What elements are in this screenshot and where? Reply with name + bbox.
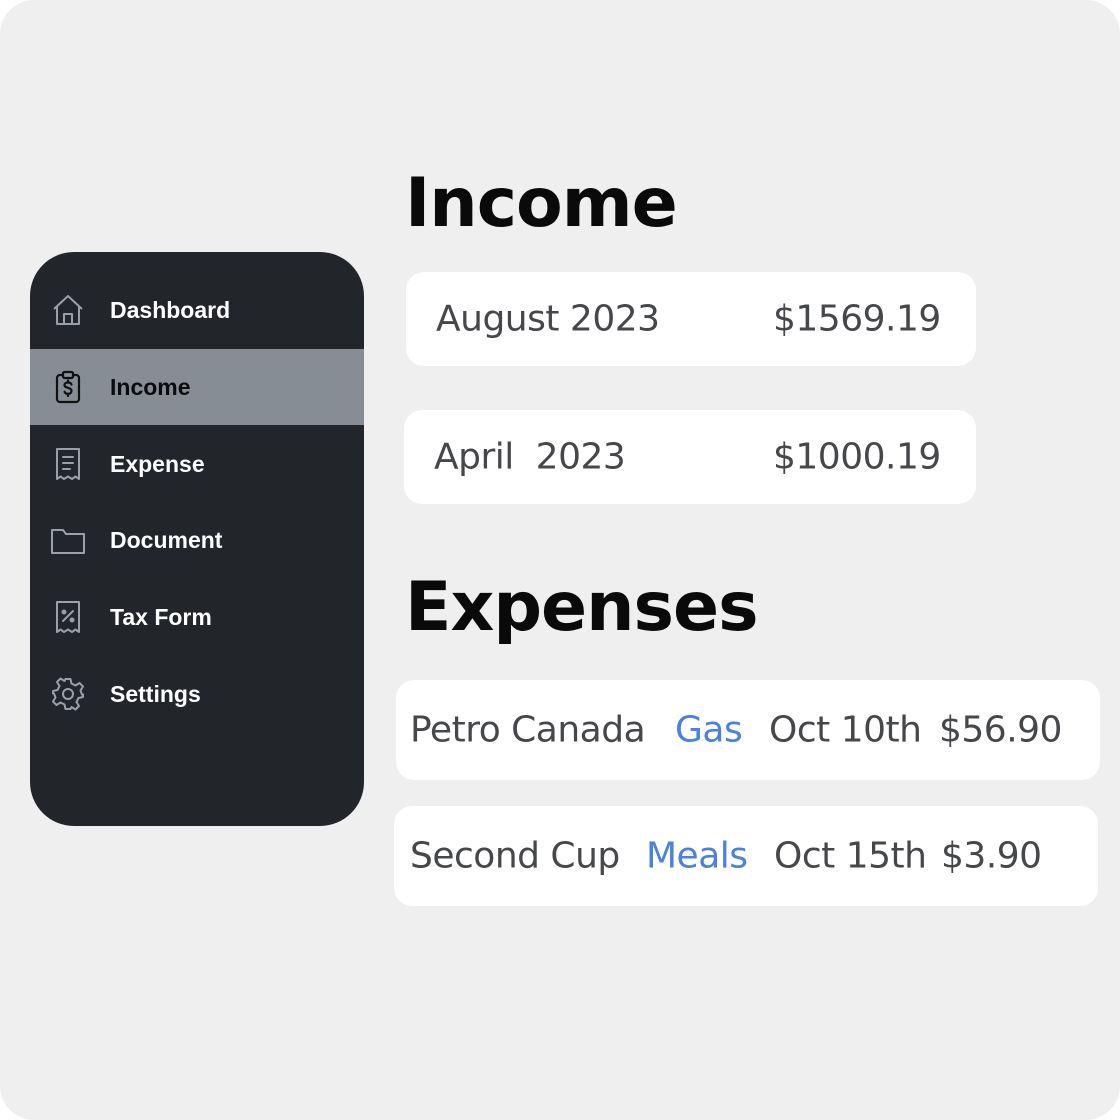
sidebar: Dashboard Income Expense Document Tax Fo… [30,252,364,826]
clipboard-dollar-icon [49,368,87,406]
tax-receipt-icon [49,598,87,636]
income-card[interactable]: April 2023 $1000.19 [404,410,976,504]
income-month: April 2023 [434,436,626,478]
home-icon [49,291,87,329]
expense-date: Oct 15th [774,835,927,877]
sidebar-item-label: Settings [110,680,201,707]
sidebar-item-tax-form[interactable]: Tax Form [30,579,364,655]
app-canvas: Dashboard Income Expense Document Tax Fo… [0,0,1120,1120]
sidebar-item-label: Dashboard [110,296,231,323]
expense-category: Gas [675,709,743,751]
sidebar-item-expense[interactable]: Expense [30,426,364,502]
folder-icon [49,521,87,559]
expense-vendor: Second Cup [410,835,620,877]
expenses-heading: Expenses [405,568,759,647]
expense-category: Meals [646,835,748,877]
sidebar-item-document[interactable]: Document [30,502,364,578]
sidebar-item-label: Income [110,373,191,400]
sidebar-item-settings[interactable]: Settings [30,656,364,732]
receipt-icon [49,445,87,483]
expense-amount: $3.90 [941,835,1042,877]
expense-amount: $56.90 [939,709,1062,751]
income-card[interactable]: August 2023 $1569.19 [406,272,976,366]
sidebar-item-label: Document [110,526,223,553]
income-heading: Income [405,164,678,243]
sidebar-item-label: Expense [110,450,205,477]
sidebar-item-label: Tax Form [110,603,212,630]
sidebar-item-dashboard[interactable]: Dashboard [30,272,364,348]
expense-date: Oct 10th [769,709,922,751]
income-month: August 2023 [436,298,660,340]
expense-card[interactable]: Second Cup Meals Oct 15th $3.90 [394,806,1098,906]
gear-icon [49,675,87,713]
income-amount: $1569.19 [773,298,941,340]
sidebar-item-income[interactable]: Income [30,349,364,425]
income-amount: $1000.19 [773,436,941,478]
expense-card[interactable]: Petro Canada Gas Oct 10th $56.90 [396,680,1100,780]
expense-vendor: Petro Canada [410,709,646,751]
